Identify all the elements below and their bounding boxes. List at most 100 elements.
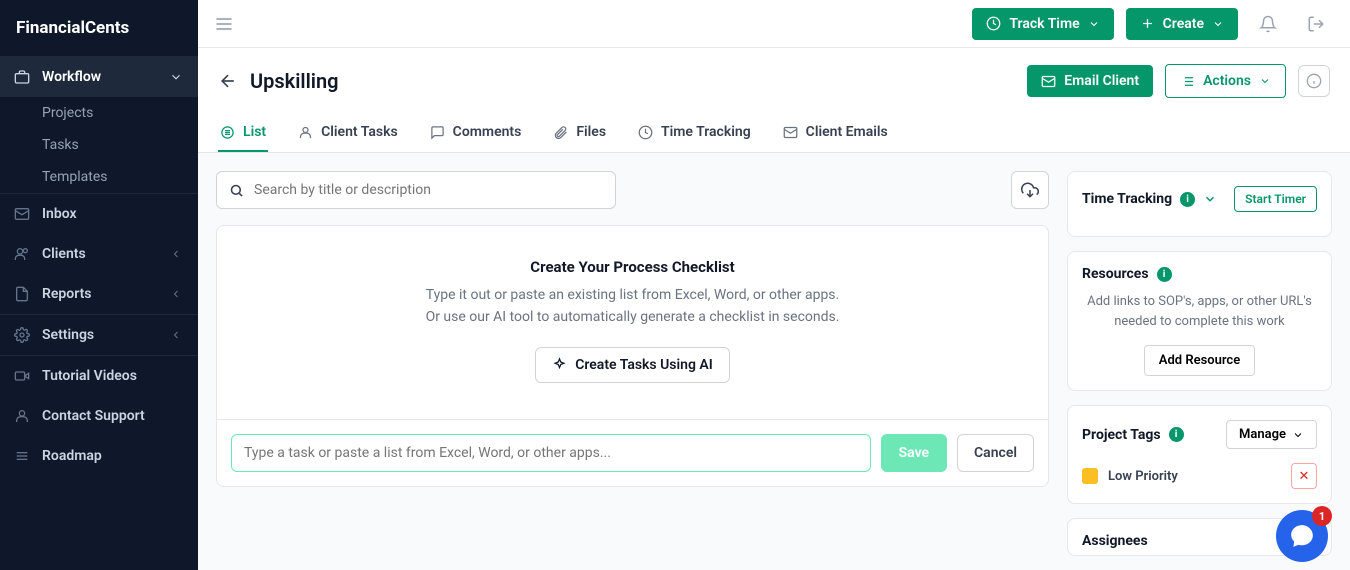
user-icon [14,408,30,424]
gear-icon [14,327,30,343]
user-icon [298,125,313,140]
nav-templates[interactable]: Templates [0,161,198,193]
time-tracking-title: Time Tracking [1082,191,1172,207]
nav-roadmap[interactable]: Roadmap [0,436,198,476]
save-button[interactable]: Save [881,434,947,472]
nav-clients[interactable]: Clients [0,234,198,274]
checklist-line1: Type it out or paste an existing list fr… [241,284,1024,306]
left-column: Create Your Process Checklist Type it ou… [216,171,1049,570]
nav-tutorial[interactable]: Tutorial Videos [0,356,198,396]
list-icon [1180,74,1195,89]
email-client-button[interactable]: Email Client [1027,65,1153,97]
tab-client-emails[interactable]: Client Emails [781,114,890,152]
tag-item: Low Priority ✕ [1082,463,1317,489]
tab-time-tracking-label: Time Tracking [661,124,751,140]
checklist-line2: Or use our AI tool to automatically gene… [241,306,1024,328]
start-timer-button[interactable]: Start Timer [1234,186,1317,212]
nav-tutorial-label: Tutorial Videos [42,368,137,384]
users-icon [14,246,30,262]
tab-files-label: Files [576,124,606,140]
ai-button-label: Create Tasks Using AI [575,357,713,373]
assignees-title: Assignees [1082,533,1148,549]
bell-icon[interactable] [1250,6,1286,42]
topbar: Track Time Create [198,0,1350,48]
nav-tasks[interactable]: Tasks [0,129,198,161]
nav-workflow[interactable]: Workflow [0,57,198,97]
resources-card: Resources i Add links to SOP's, apps, or… [1067,251,1332,391]
right-column: Time Tracking i Start Timer Resources i … [1067,171,1332,570]
nav-settings-label: Settings [42,327,94,343]
manage-tags-button[interactable]: Manage [1226,420,1317,449]
info-icon[interactable]: i [1157,267,1172,282]
create-button[interactable]: Create [1126,8,1238,40]
add-resource-button[interactable]: Add Resource [1144,345,1255,376]
nav-reports-label: Reports [42,286,92,302]
nav-workflow-label: Workflow [42,69,101,85]
chat-widget[interactable]: 1 [1276,510,1328,562]
main: Track Time Create Upskilling Email Clien… [198,0,1350,570]
list-icon [220,125,235,140]
tab-list-label: List [243,124,266,140]
manage-label: Manage [1239,427,1286,442]
chevron-left-icon [168,246,184,262]
tag-swatch [1082,468,1098,484]
email-client-label: Email Client [1064,73,1139,89]
nav-settings[interactable]: Settings [0,315,198,355]
clock-icon [638,125,653,140]
cancel-button[interactable]: Cancel [957,434,1034,472]
chevron-down-icon [1088,18,1100,30]
video-icon [14,368,30,384]
chat-badge: 1 [1312,506,1332,526]
back-arrow-icon[interactable] [218,71,238,91]
brand-logo: FinancialCents [0,0,198,56]
task-input[interactable] [231,434,871,472]
download-button[interactable] [1011,171,1049,209]
sidebar: FinancialCents Workflow Projects Tasks T… [0,0,198,570]
nav-projects[interactable]: Projects [0,97,198,129]
menu-toggle-icon[interactable] [214,14,234,34]
tab-client-tasks[interactable]: Client Tasks [296,114,400,152]
briefcase-icon [14,69,30,85]
checklist-card: Create Your Process Checklist Type it ou… [216,225,1049,487]
chevron-down-icon[interactable] [1203,192,1217,206]
project-tags-title: Project Tags [1082,427,1161,443]
chevron-left-icon [168,286,184,302]
tabs: List Client Tasks Comments Files Time Tr… [198,114,1350,153]
info-icon[interactable]: i [1180,192,1195,207]
tab-time-tracking[interactable]: Time Tracking [636,114,753,152]
chevron-down-icon [168,69,184,85]
comment-icon [430,125,445,140]
roadmap-icon [14,448,30,464]
track-time-button[interactable]: Track Time [972,8,1113,40]
time-tracking-card: Time Tracking i Start Timer [1067,171,1332,237]
info-icon[interactable] [1298,65,1330,97]
mail-icon [783,125,798,140]
mail-icon [1041,74,1056,89]
search-input[interactable] [254,182,603,198]
chevron-left-icon [168,327,184,343]
content: Create Your Process Checklist Type it ou… [198,153,1350,570]
create-tasks-ai-button[interactable]: Create Tasks Using AI [535,347,730,383]
nav-reports[interactable]: Reports [0,274,198,314]
mail-icon [14,206,30,222]
tab-comments[interactable]: Comments [428,114,524,152]
tag-name: Low Priority [1108,469,1178,484]
actions-label: Actions [1203,73,1251,89]
clock-icon [986,16,1001,31]
remove-tag-button[interactable]: ✕ [1291,463,1317,489]
nav-support-label: Contact Support [42,408,145,424]
paperclip-icon [553,125,568,140]
tab-list[interactable]: List [218,114,268,152]
file-icon [14,286,30,302]
checklist-title: Create Your Process Checklist [241,258,1024,276]
info-icon[interactable]: i [1169,427,1184,442]
nav-inbox[interactable]: Inbox [0,194,198,234]
plus-icon [1140,16,1155,31]
create-label: Create [1163,16,1204,32]
nav-support[interactable]: Contact Support [0,396,198,436]
logout-icon[interactable] [1298,6,1334,42]
search-box[interactable] [216,171,616,209]
tab-files[interactable]: Files [551,114,608,152]
actions-button[interactable]: Actions [1165,64,1286,98]
cloud-download-icon [1021,181,1039,199]
